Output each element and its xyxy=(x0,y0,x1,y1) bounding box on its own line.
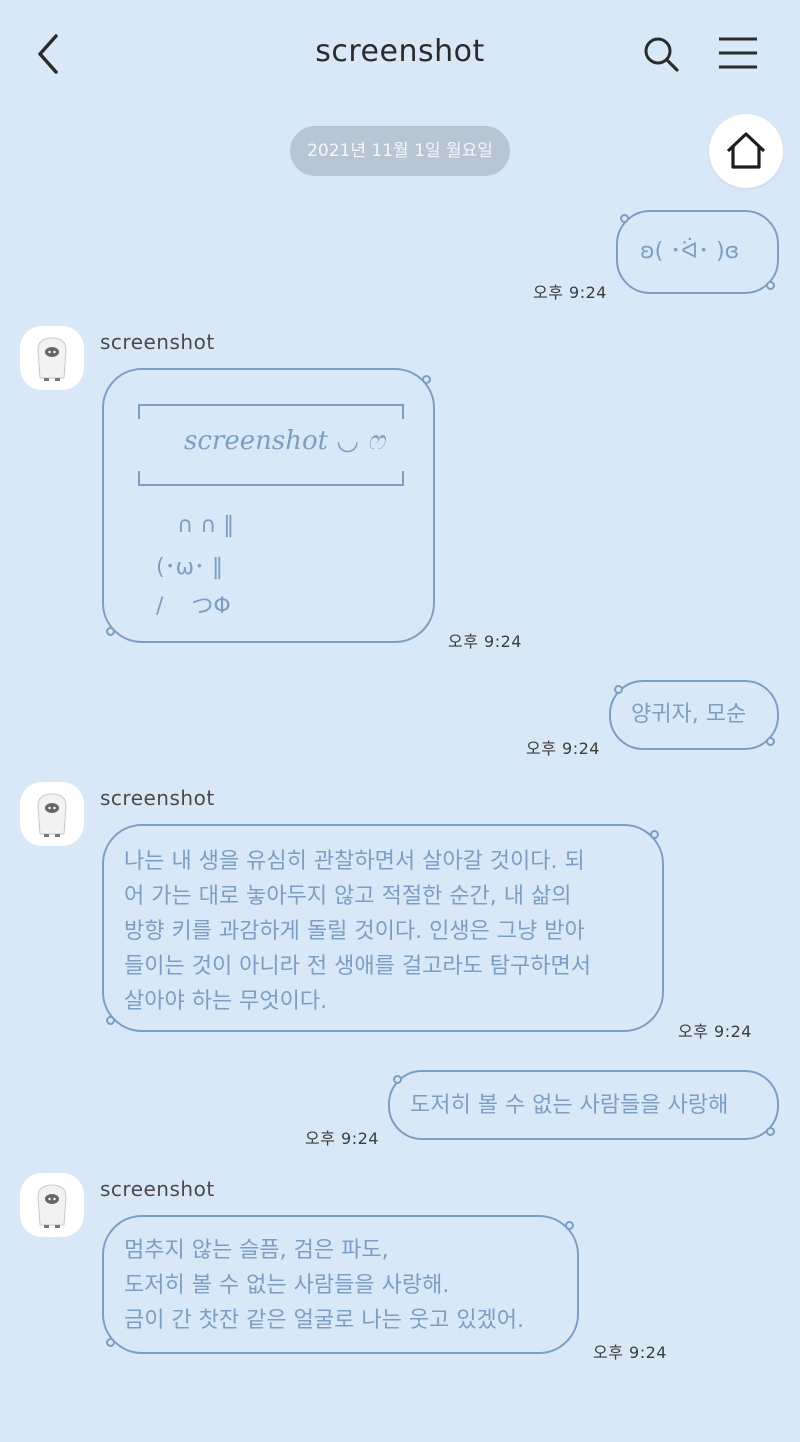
message-text-line: 어 가는 대로 놓아두지 않고 적절한 순간, 내 삶의 xyxy=(124,884,572,909)
message-text-line: 금이 간 찻잔 같은 얼굴로 나는 웃고 있겠어. xyxy=(124,1308,525,1333)
bubble-corner-decoration xyxy=(650,830,659,839)
message-text: 도저히 볼 수 없는 사람들을 사랑해 xyxy=(410,1093,729,1118)
message-bubble-sent[interactable]: 도저히 볼 수 없는 사람들을 사랑해 xyxy=(388,1070,779,1140)
message-bubble-sent[interactable]: ʚ( ･ᐛ･ )ɞ xyxy=(616,210,779,294)
menu-icon xyxy=(719,37,757,69)
avatar[interactable] xyxy=(20,326,84,390)
top-bar: screenshot xyxy=(0,0,800,110)
art-line: ∩ ∩ ‖ xyxy=(156,513,235,538)
message-bubble-received[interactable]: 나는 내 생을 유심히 관찰하면서 살아갈 것이다. 되 어 가는 대로 놓아두… xyxy=(102,824,664,1032)
avatar[interactable] xyxy=(20,782,84,846)
art-line: / つΦ xyxy=(156,594,231,619)
bubble-corner-decoration xyxy=(106,1016,115,1025)
ghost-avatar-icon xyxy=(37,337,67,381)
message-time: 오후 9:24 xyxy=(448,632,522,651)
bubble-corner-decoration xyxy=(106,627,115,636)
search-button[interactable] xyxy=(638,32,684,78)
message-text: 양귀자, 모순 xyxy=(631,702,747,727)
bubble-corner-decoration xyxy=(614,685,623,694)
message-text-line: 멈추지 않는 슬픔, 검은 파도, xyxy=(124,1238,389,1263)
avatar[interactable] xyxy=(20,1173,84,1237)
message-time: 오후 9:24 xyxy=(526,739,600,758)
sender-name: screenshot xyxy=(100,1177,215,1201)
search-icon xyxy=(644,37,679,72)
art-line: (･ω･ ‖ xyxy=(156,555,223,580)
message-text: ʚ( ･ᐛ･ )ɞ xyxy=(640,239,740,264)
home-button[interactable] xyxy=(709,114,783,188)
bubble-corner-decoration xyxy=(766,737,775,746)
message-time: 오후 9:24 xyxy=(678,1022,752,1041)
bubble-corner-decoration xyxy=(766,281,775,290)
bubble-corner-decoration xyxy=(565,1221,574,1230)
home-icon xyxy=(726,132,766,169)
message-time: 오후 9:24 xyxy=(593,1343,667,1362)
sender-name: screenshot xyxy=(100,786,215,810)
message-text-line: 나는 내 생을 유심히 관찰하면서 살아갈 것이다. 되 xyxy=(124,849,585,874)
ghost-avatar-icon xyxy=(37,1184,67,1228)
card-title: screenshot ◡ ෆ xyxy=(184,426,385,456)
sender-name: screenshot xyxy=(100,330,215,354)
bubble-corner-decoration xyxy=(620,214,629,223)
bubble-corner-decoration xyxy=(422,375,431,384)
message-time: 오후 9:24 xyxy=(533,283,607,302)
ghost-avatar-icon xyxy=(37,793,67,837)
bubble-corner-decoration xyxy=(393,1075,402,1084)
message-text-line: 방향 키를 과감하게 돌릴 것이다. 인생은 그냥 받아 xyxy=(124,919,585,944)
message-time: 오후 9:24 xyxy=(305,1129,379,1148)
message-text-line: 살아야 하는 무엇이다. xyxy=(124,989,328,1014)
message-text-line: 들이는 것이 아니라 전 생애를 걸고라도 탐구하면서 xyxy=(124,954,592,979)
menu-button[interactable] xyxy=(714,34,762,74)
bubble-corner-decoration xyxy=(106,1338,115,1347)
message-bubble-received[interactable]: 멈추지 않는 슬픔, 검은 파도, 도저히 볼 수 없는 사람들을 사랑해. 금… xyxy=(102,1215,579,1354)
date-divider: 2021년 11월 1일 월요일 xyxy=(290,126,510,176)
message-text-line: 도저히 볼 수 없는 사람들을 사랑해. xyxy=(124,1273,450,1298)
message-bubble-received[interactable]: screenshot ◡ ෆ ∩ ∩ ‖ (･ω･ ‖ / つΦ xyxy=(102,368,435,643)
message-bubble-sent[interactable]: 양귀자, 모순 xyxy=(609,680,779,750)
bubble-corner-decoration xyxy=(766,1127,775,1136)
